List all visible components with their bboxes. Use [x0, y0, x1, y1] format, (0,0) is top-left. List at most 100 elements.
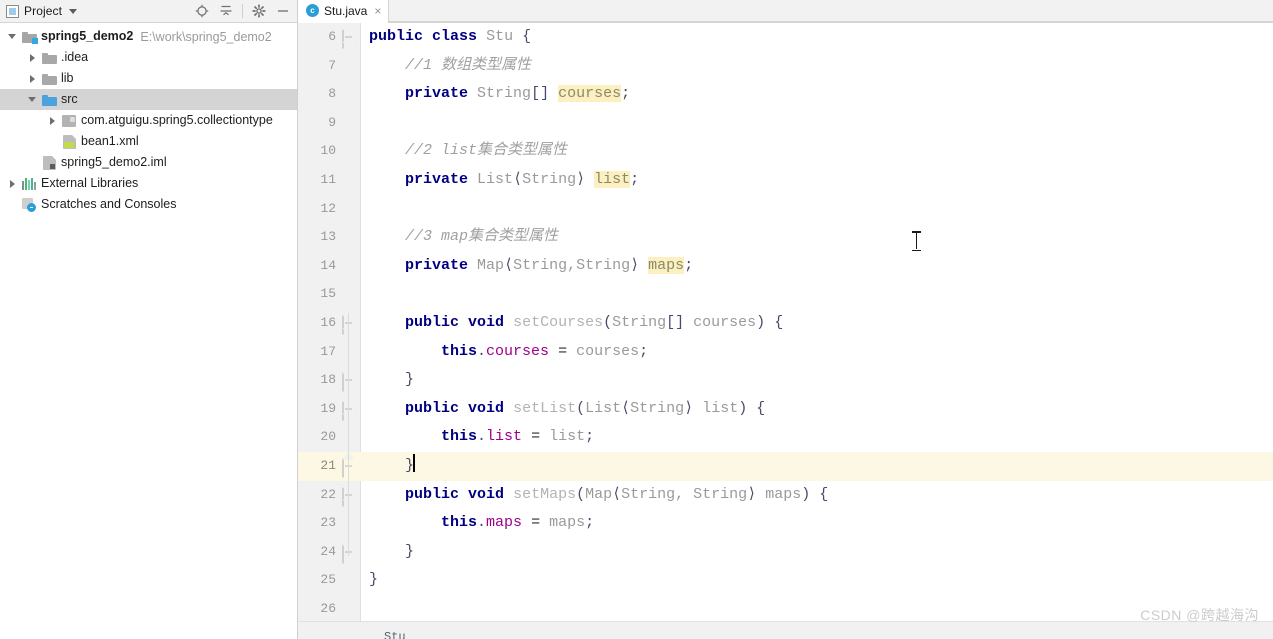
- gutter-row[interactable]: 6: [298, 23, 361, 52]
- collapse-all-icon[interactable]: [215, 1, 237, 22]
- code-line[interactable]: }: [361, 566, 1273, 595]
- line-number: 14: [320, 257, 336, 273]
- tree-item-src[interactable]: src: [0, 89, 298, 110]
- code-line[interactable]: this.courses = courses;: [361, 338, 1273, 367]
- minimize-icon[interactable]: [272, 1, 294, 22]
- chevron-down-icon[interactable]: [69, 8, 78, 14]
- chevron-right-icon[interactable]: [24, 68, 40, 89]
- gutter-row[interactable]: 23: [298, 509, 361, 538]
- code-line[interactable]: [361, 595, 1273, 621]
- code-token-punct: {: [756, 399, 766, 417]
- code-token-kw: this: [441, 514, 478, 532]
- breadcrumb[interactable]: Stu: [384, 631, 406, 639]
- fold-collapse-icon[interactable]: [342, 29, 355, 49]
- code-line[interactable]: this.list = list;: [361, 423, 1273, 452]
- code-line[interactable]: }: [361, 366, 1273, 395]
- code-token-type: courses: [693, 313, 757, 331]
- code-line[interactable]: //1 数组类型属性: [361, 52, 1273, 81]
- locate-in-tree-icon[interactable]: [191, 1, 213, 22]
- tree-item-scratches-and-consoles[interactable]: Scratches and Consoles: [0, 194, 298, 215]
- gutter-row[interactable]: 26: [298, 595, 361, 621]
- gutter-row[interactable]: 14: [298, 252, 361, 281]
- tree-item-com-atguigu-spring5-collectiontype[interactable]: com.atguigu.spring5.collectiontype: [0, 110, 298, 131]
- code-line[interactable]: private List⟨String⟩ list;: [361, 166, 1273, 195]
- code-line[interactable]: public class Stu {: [361, 23, 1273, 52]
- line-number: 21: [320, 457, 336, 473]
- tree-item-external-libraries[interactable]: External Libraries: [0, 173, 298, 194]
- xml-file-icon: <>: [60, 131, 78, 152]
- gutter-row[interactable]: 8: [298, 80, 361, 109]
- chevron-right-icon[interactable]: [4, 173, 20, 194]
- code-line[interactable]: [361, 109, 1273, 138]
- code-token-cmt: //1 数组类型属性: [369, 56, 532, 74]
- code-line[interactable]: public void setCourses(String[] courses)…: [361, 309, 1273, 338]
- gutter-row[interactable]: 24: [298, 538, 361, 567]
- code-token-method: setMaps: [513, 485, 577, 503]
- code-line[interactable]: private Map⟨String,String⟩ maps;: [361, 252, 1273, 281]
- code-line[interactable]: [361, 195, 1273, 224]
- code-line[interactable]: this.maps = maps;: [361, 509, 1273, 538]
- gutter-row[interactable]: 21: [298, 451, 361, 481]
- gutter-row[interactable]: 19: [298, 395, 361, 424]
- code-token-field: courses: [486, 342, 550, 360]
- code-token-kw: void: [468, 399, 505, 417]
- code-line[interactable]: private String[] courses;: [361, 80, 1273, 109]
- code-token-punct: ⟩: [576, 170, 586, 188]
- code-line[interactable]: [361, 280, 1273, 309]
- chevron-down-icon[interactable]: [4, 26, 20, 47]
- close-icon[interactable]: ×: [374, 5, 381, 17]
- line-number: 13: [320, 229, 336, 245]
- code-line[interactable]: public void setMaps(Map⟨String, String⟩ …: [361, 481, 1273, 510]
- gutter-row[interactable]: 18: [298, 366, 361, 395]
- gutter-row[interactable]: 9: [298, 109, 361, 138]
- chevron-down-icon[interactable]: [24, 89, 40, 110]
- chevron-right-icon[interactable]: [24, 47, 40, 68]
- code-line[interactable]: //2 list集合类型属性: [361, 137, 1273, 166]
- chevron-right-icon[interactable]: [44, 110, 60, 131]
- code-viewport[interactable]: public class Stu { //1 数组类型属性 private St…: [361, 23, 1273, 621]
- gutter-row[interactable]: 12: [298, 195, 361, 224]
- tab-stu-java[interactable]: c Stu.java ×: [298, 0, 390, 23]
- gutter-row[interactable]: 20: [298, 423, 361, 452]
- editor-gutter[interactable]: 6 7 8 9 10 11 12 13 14 15 16 17 18 19 20 21 22 23 24 25 26: [298, 23, 361, 621]
- gear-icon[interactable]: [248, 1, 270, 22]
- code-token-punct: (: [603, 313, 613, 331]
- code-line[interactable]: //3 map集合类型属性: [361, 223, 1273, 252]
- tree-item-spring5-demo2[interactable]: spring5_demo2 E:\work\spring5_demo2: [0, 26, 298, 47]
- code-line[interactable]: public void setList(List⟨String⟩ list) {: [361, 395, 1273, 424]
- code-line[interactable]: }: [361, 451, 1273, 481]
- gutter-row[interactable]: 11: [298, 166, 361, 195]
- project-toolbar: Project: [0, 0, 298, 23]
- code-token-type: String: [612, 313, 667, 331]
- gutter-row[interactable]: 16: [298, 309, 361, 338]
- gutter-row[interactable]: 22: [298, 481, 361, 510]
- gutter-row[interactable]: 13: [298, 223, 361, 252]
- tree-item-spring5-demo2-iml[interactable]: spring5_demo2.iml: [0, 152, 298, 173]
- code-token-hl: list: [594, 170, 631, 188]
- code-token-type: String: [522, 170, 577, 188]
- code-token-punct: .: [477, 514, 487, 532]
- external-libraries-icon: [20, 173, 38, 194]
- gutter-row[interactable]: 10: [298, 137, 361, 166]
- code-token-punct: ;: [585, 514, 595, 532]
- gutter-row[interactable]: 25: [298, 566, 361, 595]
- tree-item-bean1-xml[interactable]: <> bean1.xml: [0, 131, 298, 152]
- gutter-row[interactable]: 7: [298, 52, 361, 81]
- tree-item-lib[interactable]: lib: [0, 68, 298, 89]
- code-token-punct: (: [576, 399, 586, 417]
- code-token-field: list: [486, 428, 523, 446]
- line-number: 7: [328, 57, 336, 73]
- gutter-row[interactable]: 15: [298, 280, 361, 309]
- code-line[interactable]: }: [361, 538, 1273, 567]
- project-tree[interactable]: spring5_demo2 E:\work\spring5_demo2 .idea l…: [0, 23, 298, 639]
- editor-body[interactable]: 6 7 8 9 10 11 12 13 14 15 16 17 18 19 20 21 22 23 24 25 26 p…: [298, 23, 1273, 621]
- tree-item-idea[interactable]: .idea: [0, 47, 298, 68]
- gutter-row[interactable]: 17: [298, 338, 361, 367]
